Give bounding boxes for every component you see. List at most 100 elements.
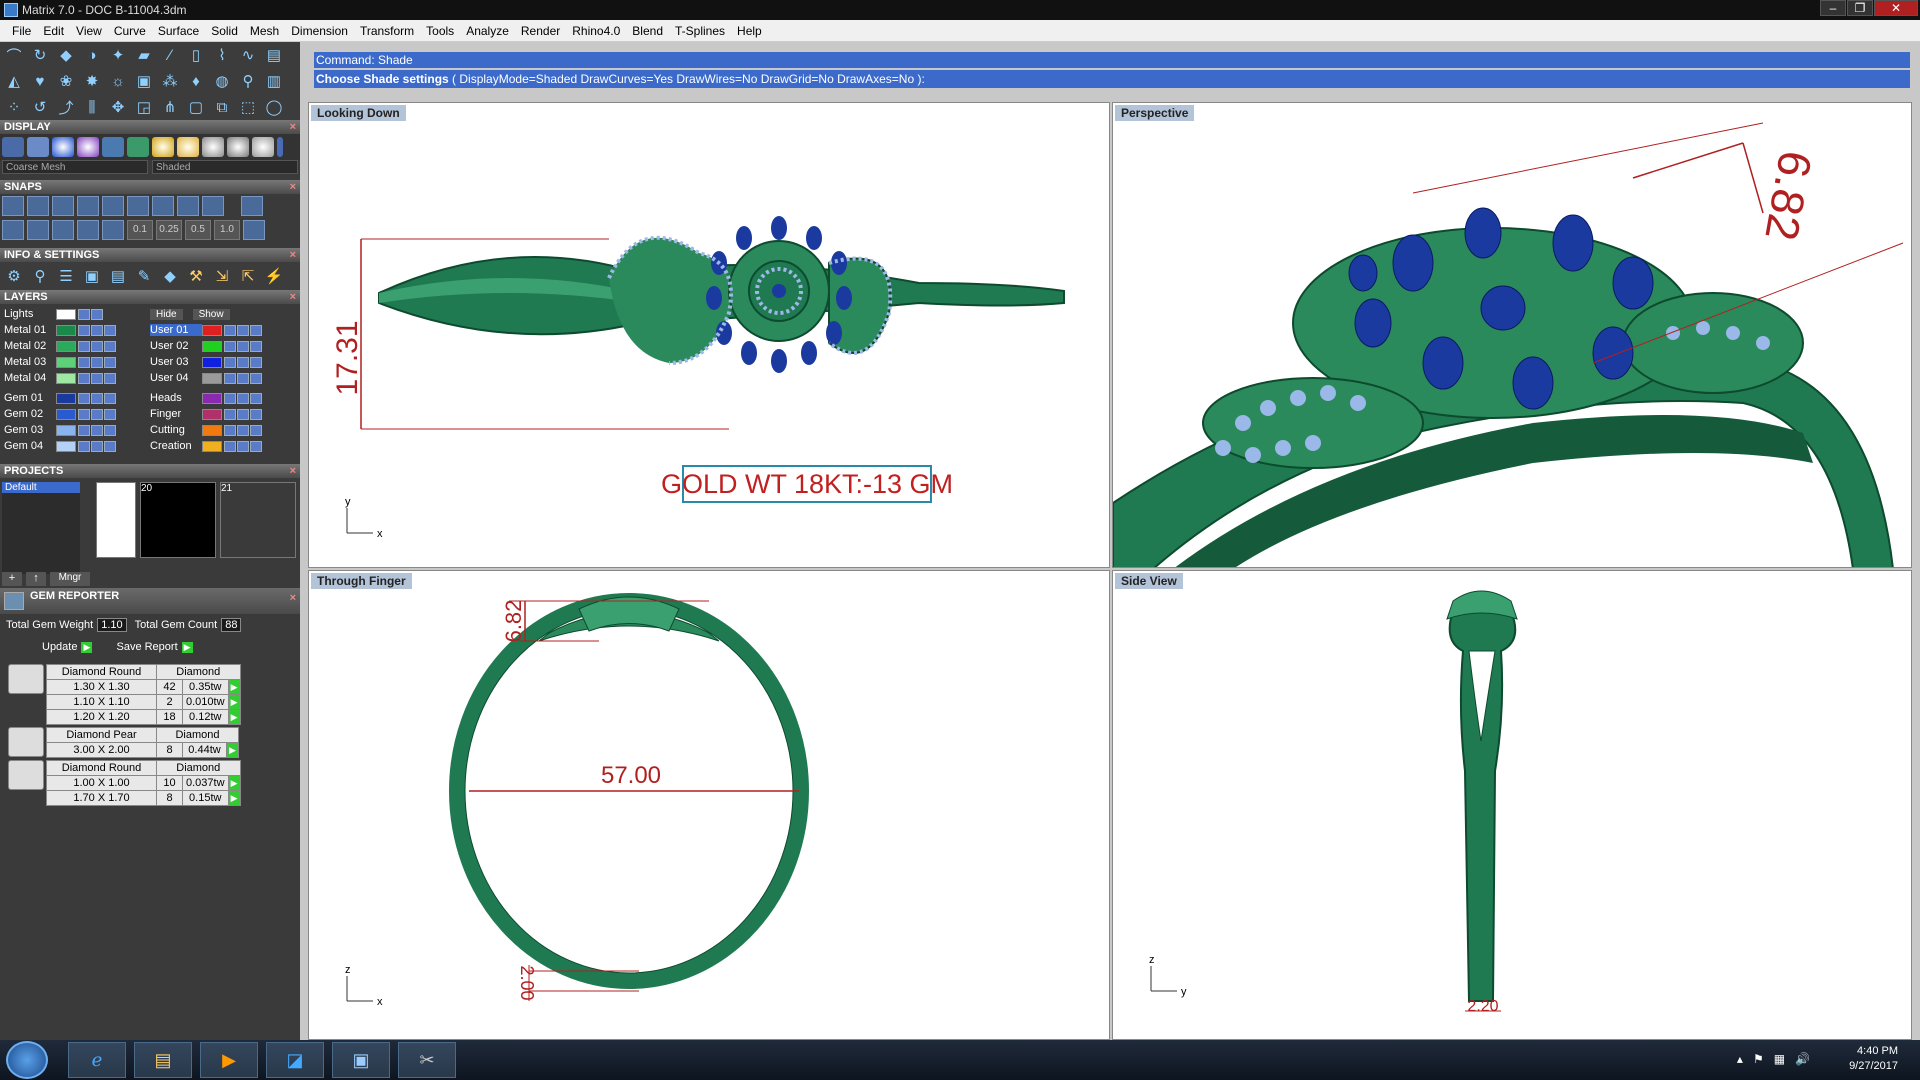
viewport-side-view[interactable]: 2.20 z y Side View — [1112, 570, 1912, 1040]
layer-color-swatch[interactable] — [56, 372, 76, 384]
minimize-button[interactable]: – — [1820, 0, 1846, 16]
layer-item[interactable]: User 03 — [150, 356, 296, 368]
sphere-blue-icon[interactable] — [52, 137, 74, 157]
layer-visible-icon[interactable] — [224, 356, 236, 368]
lights-swatch[interactable] — [56, 308, 76, 320]
layer-name[interactable]: Metal 01 — [4, 324, 56, 336]
layer-pen-icon[interactable] — [250, 440, 262, 452]
layer-visible-icon[interactable] — [78, 340, 90, 352]
menu-mesh[interactable]: Mesh — [244, 24, 285, 38]
lens-icon[interactable] — [102, 137, 124, 157]
layer-item[interactable]: Creation — [150, 440, 296, 452]
layer-color-swatch[interactable] — [202, 408, 222, 420]
project-thumb-ring[interactable] — [96, 482, 136, 558]
network-icon[interactable]: ▦ — [1774, 1052, 1785, 1066]
layer-color-swatch[interactable] — [202, 356, 222, 368]
layer-visible-icon[interactable] — [78, 440, 90, 452]
gem-shape-icon[interactable] — [8, 727, 44, 757]
layer-pen-icon[interactable] — [250, 424, 262, 436]
import-icon[interactable]: ⇱ — [236, 265, 260, 287]
layer-lock-icon[interactable] — [91, 356, 103, 368]
menu-rhino4-0[interactable]: Rhino4.0 — [566, 24, 626, 38]
gem-shape-icon[interactable] — [8, 664, 44, 694]
viewport-perspective[interactable]: 6.82 Perspective — [1112, 102, 1912, 568]
snap-perp-icon[interactable] — [152, 196, 174, 216]
knife-tool-icon[interactable]: ∕ — [158, 44, 182, 66]
page-tool-icon[interactable]: ▯ — [184, 44, 208, 66]
planar-icon[interactable] — [52, 220, 74, 240]
layers-icon[interactable]: ☰ — [54, 265, 78, 287]
tools-app-icon[interactable]: ✂ — [398, 1042, 456, 1078]
layer-pen-icon[interactable] — [250, 392, 262, 404]
gold-material-icon[interactable] — [152, 137, 174, 157]
layer-visible-icon[interactable] — [224, 408, 236, 420]
page-corner-tool-icon[interactable]: ◲ — [132, 96, 156, 118]
layer-item[interactable]: User 04 — [150, 372, 296, 384]
viewport-looking-down[interactable]: 17.31 GOLD WT 18KT:-13 GM y x Looking Do… — [308, 102, 1110, 568]
bend-tool-icon[interactable]: ⤴ — [54, 96, 78, 118]
menu-blend[interactable]: Blend — [626, 24, 669, 38]
select-gem-icon[interactable]: ▶ — [226, 742, 239, 758]
ie-icon[interactable]: ℯ — [68, 1042, 126, 1078]
display-mode-dropdown[interactable]: Shaded — [152, 160, 298, 174]
menu-solid[interactable]: Solid — [205, 24, 244, 38]
surface-tool-icon[interactable]: ▰ — [132, 44, 156, 66]
layer-pen-icon[interactable] — [250, 372, 262, 384]
layer-color-swatch[interactable] — [56, 356, 76, 368]
layer-lock-icon[interactable] — [91, 424, 103, 436]
flower-tool-icon[interactable]: ❀ — [54, 70, 78, 92]
viewport-label[interactable]: Perspective — [1115, 105, 1195, 121]
cube-icon[interactable]: ▣ — [80, 265, 104, 287]
update-button[interactable]: Update ▶ — [42, 641, 93, 653]
snap-quad-icon[interactable] — [202, 196, 224, 216]
move-tool-icon[interactable]: ✥ — [106, 96, 130, 118]
osnap-icon[interactable] — [77, 220, 99, 240]
layer-lock-icon[interactable] — [91, 408, 103, 420]
layer-pen-icon[interactable] — [104, 424, 116, 436]
ring-tool-icon[interactable]: ◯ — [262, 96, 286, 118]
layer-visible-icon[interactable] — [78, 324, 90, 336]
layer-name[interactable]: Metal 02 — [4, 340, 56, 352]
columns-tool-icon[interactable]: ⫼ — [80, 96, 104, 118]
lights-lock[interactable] — [91, 308, 103, 320]
steel-material-icon[interactable] — [252, 137, 274, 157]
maximize-button[interactable]: ❐ — [1847, 0, 1873, 16]
array-tool-icon[interactable]: ⁘ — [2, 96, 26, 118]
close-icon[interactable]: × — [290, 180, 296, 194]
layer-visible-icon[interactable] — [78, 424, 90, 436]
layer-lock-icon[interactable] — [91, 324, 103, 336]
render-icon[interactable] — [27, 137, 49, 157]
matrix-app-icon[interactable]: ◪ — [266, 1042, 324, 1078]
layer-name[interactable]: Gem 04 — [4, 440, 56, 452]
select-gem-icon[interactable]: ▶ — [227, 775, 241, 791]
viewport-through-finger[interactable]: 6.82 57.00 2.00 z x Through Finger — [308, 570, 1110, 1040]
layer-item[interactable]: Cutting — [150, 424, 296, 436]
layer-item[interactable]: User 01 — [150, 324, 296, 336]
layer-lock-icon[interactable] — [91, 372, 103, 384]
sun-tool-icon[interactable]: ☼ — [106, 70, 130, 92]
layer-name[interactable]: Heads — [150, 392, 202, 404]
explorer-icon[interactable]: ▤ — [134, 1042, 192, 1078]
bail-tool-icon[interactable]: ◍ — [210, 70, 234, 92]
wave-tool-icon[interactable]: ∿ — [236, 44, 260, 66]
layer-color-swatch[interactable] — [56, 408, 76, 420]
save-report-button[interactable]: Save Report ▶ — [116, 641, 193, 653]
select-gem-icon[interactable]: ▶ — [227, 694, 241, 710]
close-icon[interactable]: × — [290, 290, 296, 304]
shell-tool-icon[interactable]: ▢ — [184, 96, 208, 118]
layer-color-swatch[interactable] — [202, 424, 222, 436]
layer-color-swatch[interactable] — [202, 324, 222, 336]
snap-cen-icon[interactable] — [102, 196, 124, 216]
layer-color-swatch[interactable] — [56, 340, 76, 352]
snap-mid-icon[interactable] — [77, 196, 99, 216]
layer-name[interactable]: Metal 03 — [4, 356, 56, 368]
layer-visible-icon[interactable] — [78, 392, 90, 404]
project-thumb-20[interactable]: 20 — [140, 482, 216, 558]
hide-button[interactable]: Hide — [150, 308, 183, 320]
scale-tool-icon[interactable]: ⬚ — [236, 96, 260, 118]
project-list[interactable]: Default — [2, 482, 80, 574]
extra-tool-icon[interactable]: ▥ — [262, 70, 286, 92]
menu-file[interactable]: File — [6, 24, 37, 38]
select-gem-icon[interactable]: ▶ — [227, 679, 241, 695]
start-button[interactable] — [6, 1041, 48, 1079]
